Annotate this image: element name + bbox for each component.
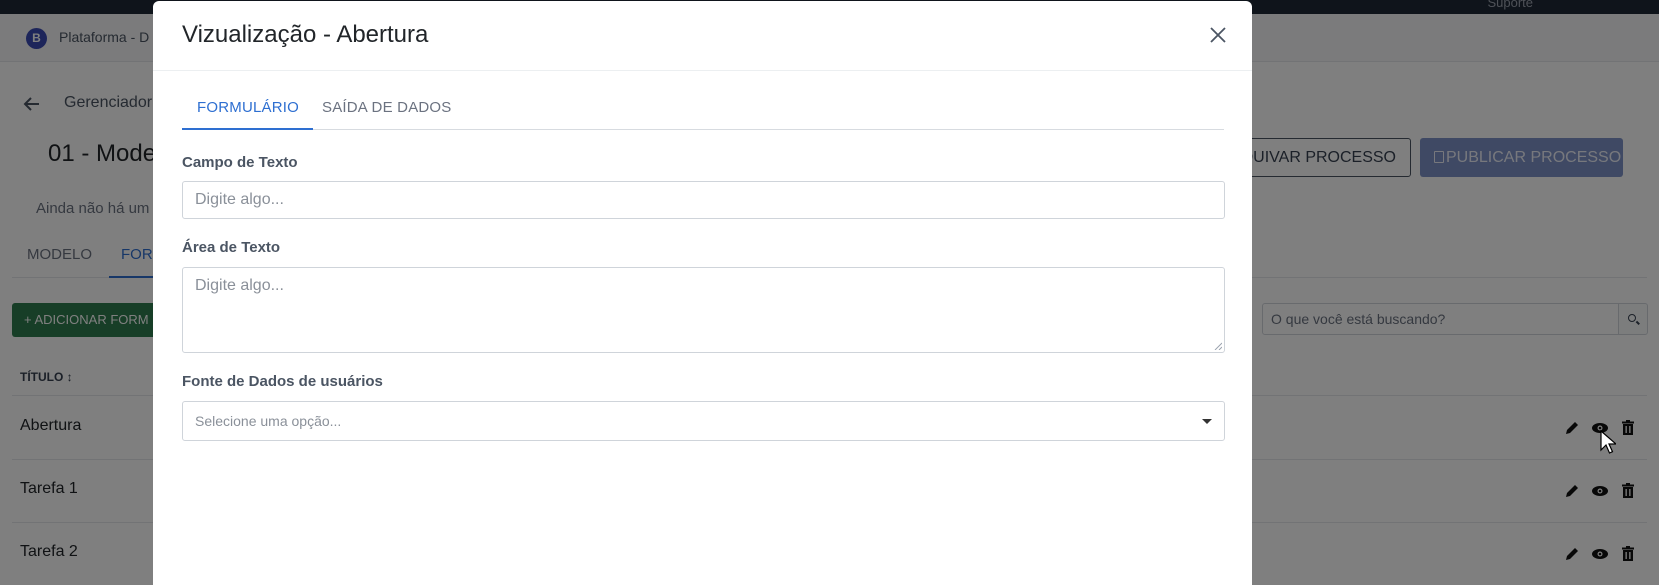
chevron-down-icon bbox=[1202, 419, 1212, 424]
text-field-input[interactable]: Digite algo... bbox=[182, 181, 1225, 219]
user-source-select[interactable]: Selecione uma opção... bbox=[182, 401, 1225, 441]
user-source-label: Fonte de Dados de usuários bbox=[182, 373, 383, 390]
preview-modal: Vizualização - Abertura FORMULÁRIO SAÍDA… bbox=[153, 1, 1252, 585]
tab-formulario[interactable]: FORMULÁRIO bbox=[197, 99, 299, 116]
text-field-label: Campo de Texto bbox=[182, 154, 298, 171]
modal-tabs: FORMULÁRIO SAÍDA DE DADOS bbox=[182, 87, 1224, 130]
text-area-label: Área de Texto bbox=[182, 239, 281, 256]
close-icon[interactable] bbox=[1208, 25, 1228, 45]
active-tab-indicator bbox=[182, 128, 313, 130]
modal-header: Vizualização - Abertura bbox=[153, 1, 1252, 71]
text-area-input[interactable]: Digite algo... bbox=[182, 267, 1225, 353]
text-area-placeholder: Digite algo... bbox=[195, 277, 284, 294]
tab-saida-de-dados[interactable]: SAÍDA DE DADOS bbox=[322, 99, 452, 116]
mouse-cursor-icon bbox=[1600, 430, 1616, 454]
modal-title: Vizualização - Abertura bbox=[182, 21, 429, 48]
resize-grip-icon[interactable] bbox=[1214, 342, 1222, 350]
select-placeholder: Selecione uma opção... bbox=[195, 413, 342, 429]
